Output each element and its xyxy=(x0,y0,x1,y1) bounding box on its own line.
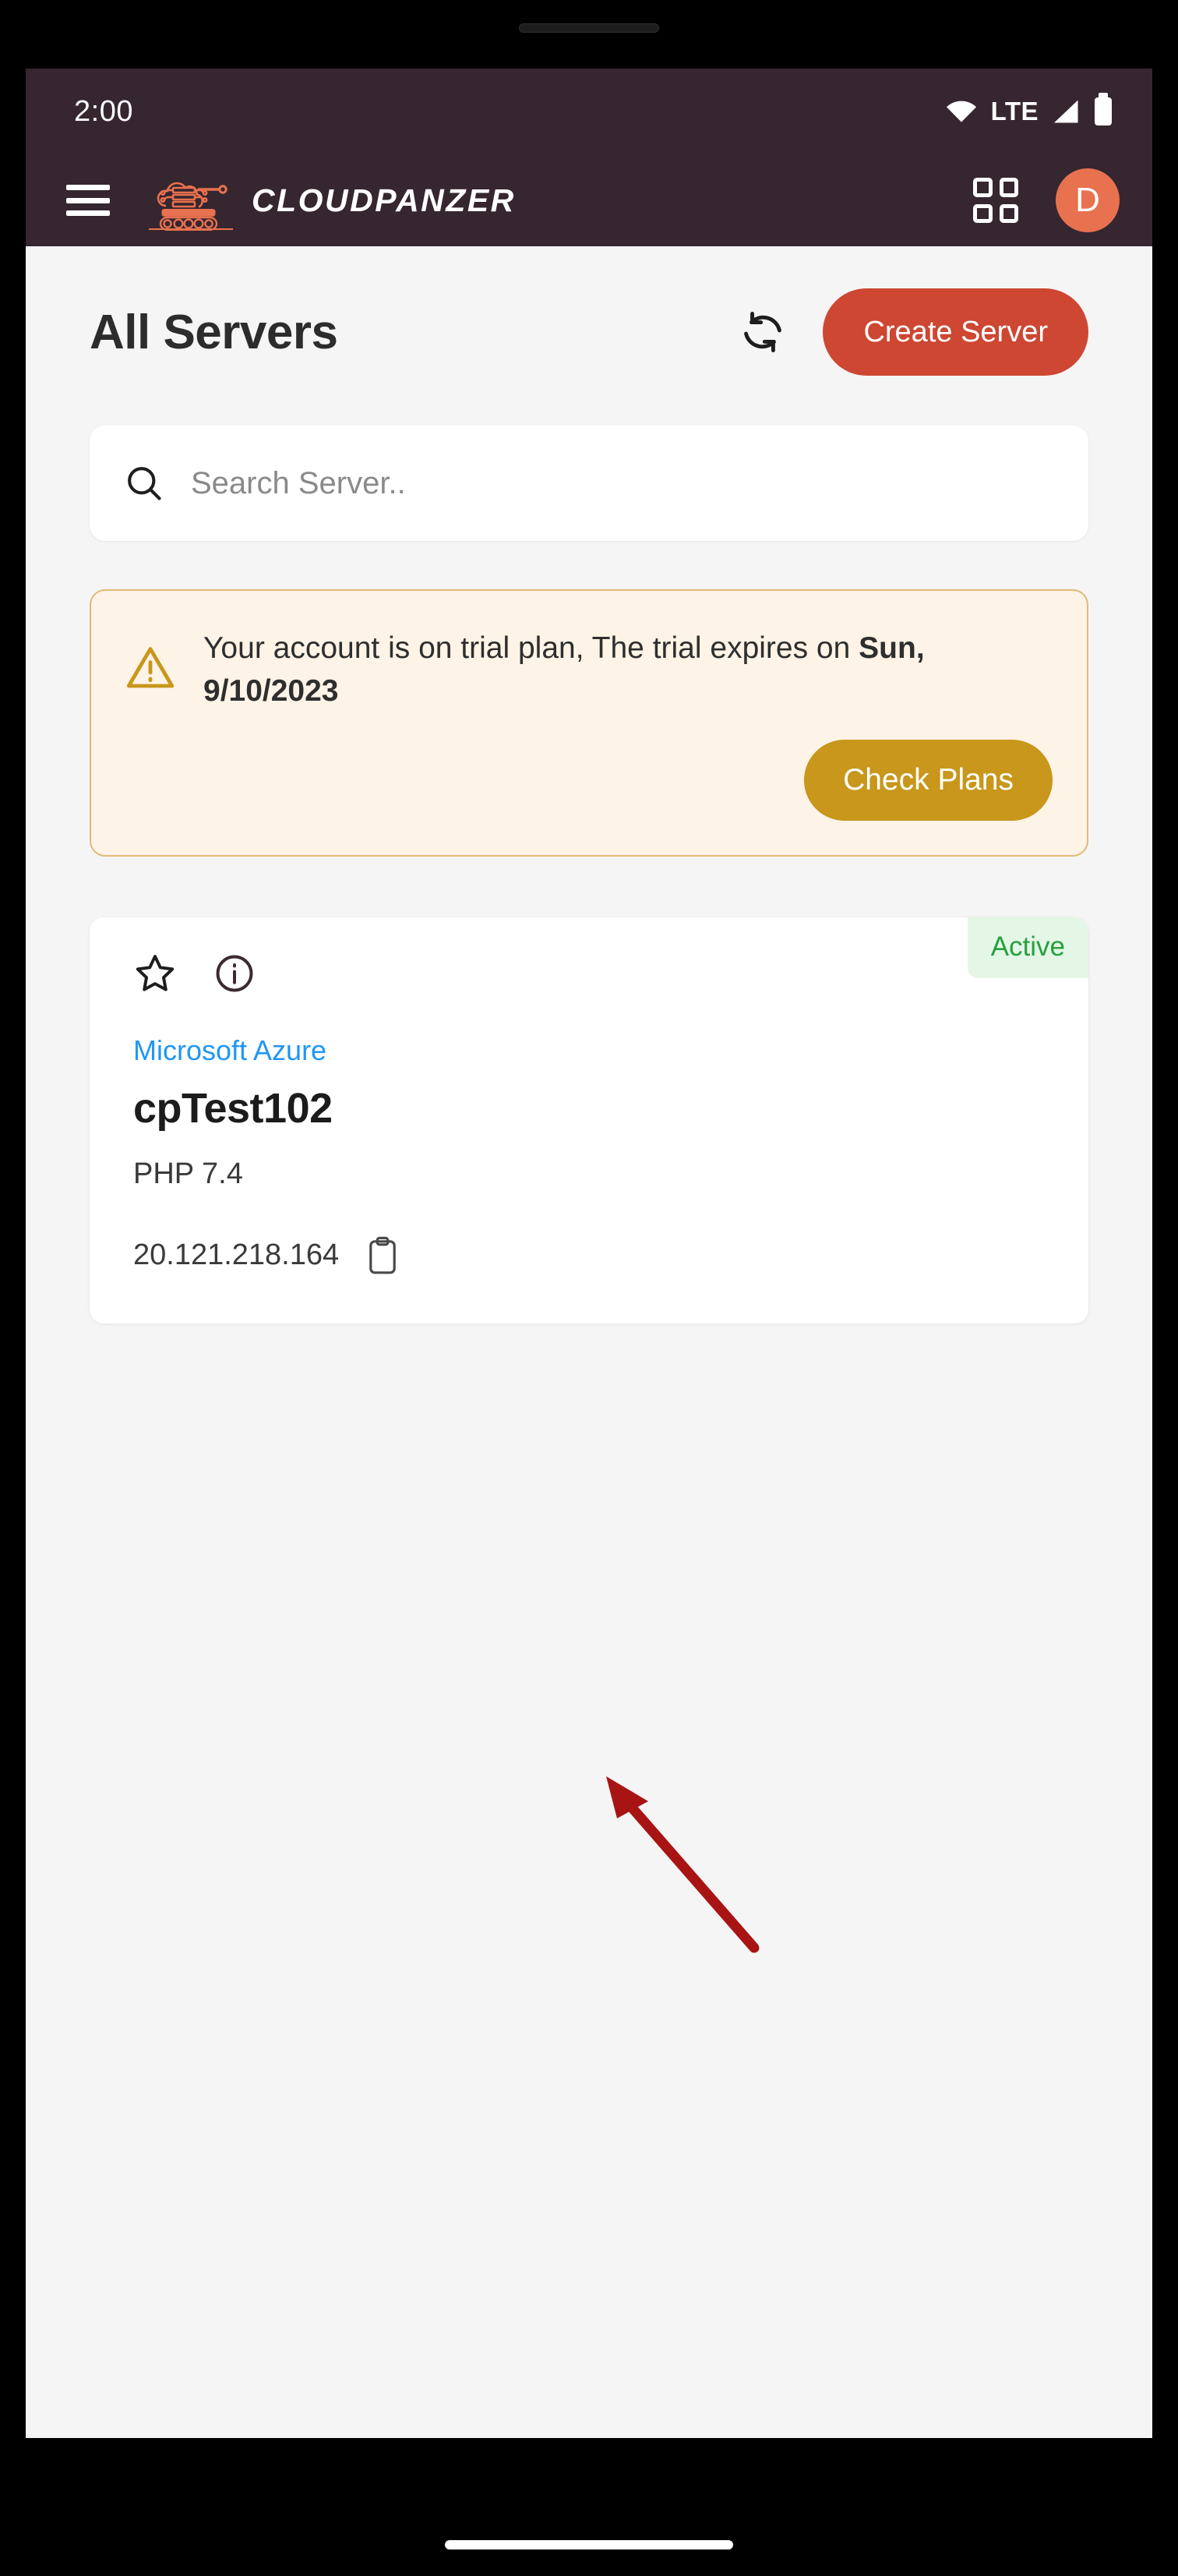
cloudpanzer-tank-logo-icon xyxy=(149,182,233,231)
app-bar: CLOUDPANZER D xyxy=(26,154,1152,246)
check-plans-button[interactable]: Check Plans xyxy=(804,739,1053,821)
server-card[interactable]: Active Microsoft Azure cpTest102 PHP 7.4 xyxy=(90,917,1088,1323)
avatar[interactable]: D xyxy=(1056,168,1120,232)
refresh-icon[interactable] xyxy=(739,308,787,356)
search-input[interactable] xyxy=(191,465,1054,501)
trial-banner-text: Your account is on trial plan, The trial… xyxy=(203,627,1053,713)
info-circle-icon[interactable] xyxy=(213,952,256,995)
star-outline-icon[interactable] xyxy=(133,952,177,995)
status-bar: 2:00 LTE xyxy=(26,69,1152,154)
annotation-arrow xyxy=(606,1776,760,1953)
status-bar-icons: LTE xyxy=(946,93,1112,126)
device-notch xyxy=(519,23,659,33)
trial-message: Your account is on trial plan, The trial… xyxy=(203,631,851,665)
create-server-button[interactable]: Create Server xyxy=(823,288,1088,376)
trial-banner-row: Your account is on trial plan, The trial… xyxy=(125,627,1053,713)
network-type-label: LTE xyxy=(990,97,1039,125)
search-bar[interactable] xyxy=(90,426,1088,541)
trial-banner-action: Check Plans xyxy=(125,739,1053,821)
page-header-actions: Create Server xyxy=(739,288,1088,376)
status-badge: Active xyxy=(967,917,1088,978)
brand-logo[interactable]: CLOUDPANZER xyxy=(147,170,516,231)
page-title: All Servers xyxy=(90,305,338,359)
server-provider[interactable]: Microsoft Azure xyxy=(133,1034,1045,1067)
server-name: cpTest102 xyxy=(133,1084,333,1132)
trial-banner: Your account is on trial plan, The trial… xyxy=(90,589,1088,857)
status-bar-clock: 2:00 xyxy=(74,94,133,128)
warning-triangle-icon xyxy=(126,647,175,688)
grid-apps-icon[interactable] xyxy=(973,178,1018,223)
phone-device-frame: 2:00 LTE CLOUDPANZER D All Servers Creat… xyxy=(0,0,1178,2576)
battery-icon xyxy=(1095,93,1112,125)
brand-wordmark: CLOUDPANZER xyxy=(252,182,516,218)
clipboard-copy-icon[interactable] xyxy=(367,1236,398,1275)
home-indicator xyxy=(445,2540,733,2549)
main-content: All Servers Create Server Search Server.… xyxy=(26,246,1152,2438)
server-card-icons xyxy=(133,952,1045,995)
cellular-signal-icon xyxy=(1054,100,1078,123)
wifi-icon xyxy=(946,101,976,122)
hamburger-menu-icon[interactable] xyxy=(66,185,110,216)
page-header: All Servers Create Server xyxy=(26,246,1152,376)
server-ip-address: 20.121.218.164 xyxy=(133,1239,340,1272)
phone-screen: 2:00 LTE CLOUDPANZER D All Servers Creat… xyxy=(26,69,1152,2438)
app-bar-actions: D xyxy=(973,168,1120,232)
search-icon xyxy=(128,467,161,500)
server-php-version: PHP 7.4 xyxy=(133,1157,243,1190)
server-ip-row: 20.121.218.164 xyxy=(133,1236,1045,1275)
